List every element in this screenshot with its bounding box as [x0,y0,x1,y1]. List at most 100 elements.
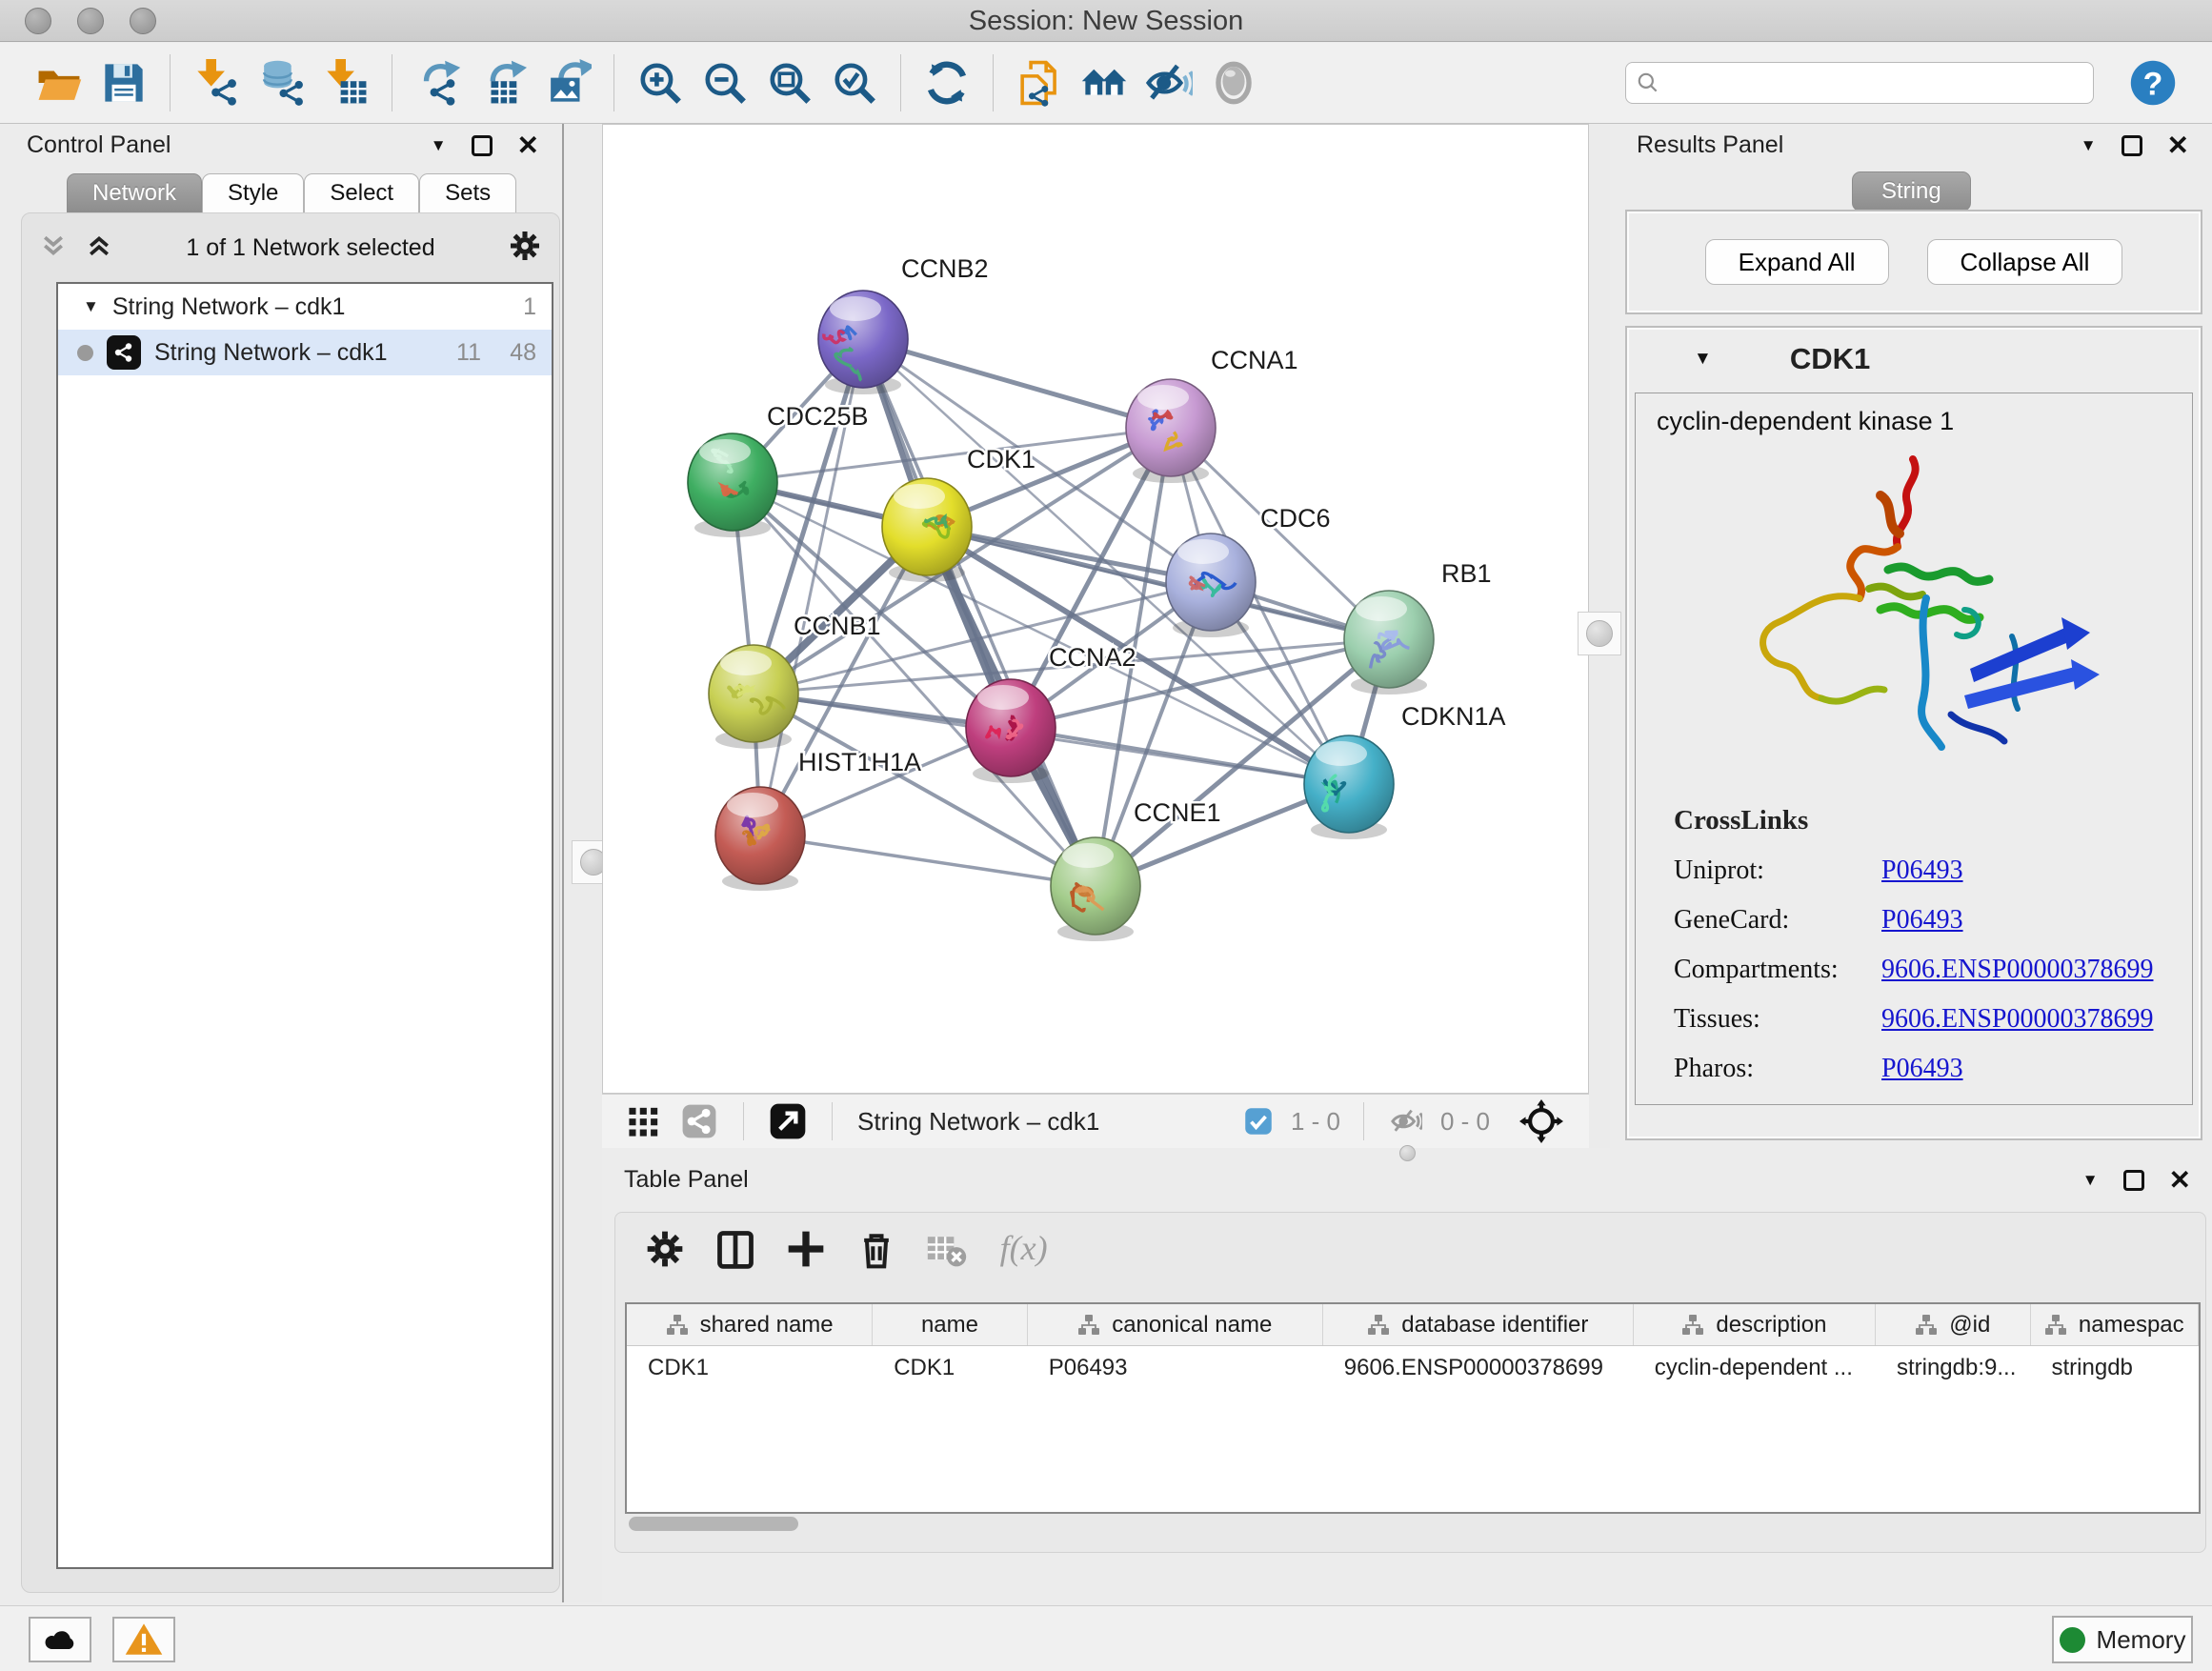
column-header-namespac[interactable]: namespac [2031,1304,2199,1345]
open-session-icon[interactable] [34,58,84,108]
gear-icon[interactable] [644,1228,686,1275]
network-collection-row[interactable]: ▼ String Network – cdk1 1 [58,284,552,330]
float-panel-icon[interactable] [2123,1170,2144,1191]
node-label-cdc25b: CDC25B [767,402,869,431]
add-column-icon[interactable] [785,1228,827,1275]
crosslink-link[interactable]: 9606.ENSP00000378699 [1881,1004,2153,1035]
export-image-icon[interactable] [543,58,593,108]
search-input[interactable] [1660,65,2083,101]
table-cell[interactable]: P06493 [1028,1346,1323,1390]
node-cdkn1a[interactable] [1304,735,1394,839]
close-panel-icon[interactable]: ✕ [2169,1167,2191,1194]
network-row[interactable]: String Network – cdk1 11 48 [58,330,552,375]
export-network-icon[interactable] [413,58,463,108]
refresh-icon[interactable] [922,58,972,108]
birdseye-view-icon[interactable] [767,1097,809,1146]
node-cdc6[interactable] [1166,534,1256,637]
table-cell[interactable]: stringdb:9... [1876,1346,2031,1390]
horizontal-splitter[interactable] [602,1148,2212,1160]
edge-hist1h1a-ccne1[interactable] [760,836,1096,886]
clone-network-icon[interactable] [1015,58,1064,108]
node-rb1[interactable] [1344,591,1434,695]
selected-checkbox-icon[interactable] [1241,1097,1276,1146]
collection-expand-icon[interactable]: ▼ [83,297,99,316]
expand-all-networks-icon[interactable] [85,232,113,265]
table-cell[interactable]: CDK1 [873,1346,1028,1390]
split-columns-icon[interactable] [714,1228,756,1275]
node-hist1h1a[interactable] [715,787,805,891]
collection-count: 1 [481,293,536,321]
close-panel-icon[interactable]: ✕ [517,132,539,159]
crosslink-link[interactable]: 9606.ENSP00000378699 [1881,955,2153,985]
zoom-selected-icon[interactable] [830,58,879,108]
tab-network[interactable]: Network [67,173,202,213]
node-ccna1[interactable] [1126,379,1216,483]
left-splitter[interactable] [562,124,602,1602]
window-title: Session: New Session [0,6,2212,37]
network-options-gear-icon[interactable] [508,229,542,268]
edge-ccnb2-ccna1[interactable] [863,339,1171,428]
tab-sets[interactable]: Sets [419,173,516,213]
node-ccne1[interactable] [1051,837,1140,941]
column-header-canonical-name[interactable]: canonical name [1028,1304,1323,1345]
node-ccnb2[interactable] [818,291,908,394]
gene-collapse-icon[interactable]: ▼ [1694,349,1712,370]
zoom-out-icon[interactable] [700,58,750,108]
horizontal-splitter-handle[interactable] [1399,1145,1416,1161]
collapse-all-button[interactable]: Collapse All [1927,239,2123,285]
string-home-icon[interactable] [1079,58,1129,108]
table-cell[interactable]: stringdb [2031,1346,2199,1390]
grid-view-icon[interactable] [625,1097,663,1146]
warnings-button[interactable] [112,1617,175,1662]
import-network-icon[interactable] [191,58,241,108]
network-selected-count: 1 of 1 Network selected [113,234,508,262]
show-all-icon[interactable] [1209,58,1258,108]
column-header-database-identifier[interactable]: database identifier [1323,1304,1634,1345]
table-cell[interactable]: CDK1 [627,1346,873,1390]
column-header--id[interactable]: @id [1876,1304,2031,1345]
table-horizontal-scrollbar[interactable] [629,1517,798,1531]
network-view-icon[interactable] [678,1097,720,1146]
memory-label: Memory [2097,1625,2186,1655]
crosslink-link[interactable]: P06493 [1881,905,1963,936]
memory-button[interactable]: Memory [2052,1616,2193,1663]
column-header-description[interactable]: description [1634,1304,1876,1345]
float-panel-icon[interactable] [472,135,493,156]
cloud-status-button[interactable] [29,1617,91,1662]
panel-menu-icon[interactable]: ▼ [2081,136,2097,155]
tab-string[interactable]: String [1852,171,1971,211]
tab-select[interactable]: Select [304,173,419,213]
node-ccnb1[interactable] [709,645,798,749]
crosslink-link[interactable]: P06493 [1881,1054,1963,1084]
node-label-cdkn1a: CDKN1A [1401,702,1506,731]
crosslink-link[interactable]: P06493 [1881,856,1963,886]
collapse-all-networks-icon[interactable] [39,232,68,265]
table-cell[interactable]: 9606.ENSP00000378699 [1323,1346,1634,1390]
fit-content-icon[interactable] [1517,1097,1566,1146]
network-canvas[interactable]: CCNB2CCNA1CDC25BCDK1CDC6RB1CCNB1CCNA2CDK… [602,124,1589,1094]
hide-selected-icon[interactable] [1144,58,1194,108]
expand-all-button[interactable]: Expand All [1705,239,1889,285]
table-row[interactable]: CDK1CDK1P064939606.ENSP00000378699cyclin… [627,1346,2199,1390]
table-cell[interactable]: cyclin-dependent ... [1634,1346,1876,1390]
save-session-icon[interactable] [99,58,149,108]
float-panel-icon[interactable] [2122,135,2142,156]
panel-menu-icon[interactable]: ▼ [431,136,447,155]
zoom-in-icon[interactable] [635,58,685,108]
toolbar-separator [613,54,614,111]
close-panel-icon[interactable]: ✕ [2167,132,2189,159]
search-box[interactable] [1625,62,2094,104]
import-database-icon[interactable] [256,58,306,108]
delete-column-icon[interactable] [855,1228,897,1275]
column-header-shared-name[interactable]: shared name [627,1304,873,1345]
node-cdc25b[interactable] [688,433,777,537]
column-header-name[interactable]: name [873,1304,1028,1345]
panel-menu-icon[interactable]: ▼ [2082,1171,2099,1190]
import-table-icon[interactable] [321,58,371,108]
node-label-ccnb1: CCNB1 [794,612,881,640]
right-splitter[interactable] [1589,124,1610,1148]
zoom-fit-icon[interactable] [765,58,814,108]
help-icon[interactable]: ? [2128,58,2178,108]
export-table-icon[interactable] [478,58,528,108]
tab-style[interactable]: Style [202,173,304,213]
